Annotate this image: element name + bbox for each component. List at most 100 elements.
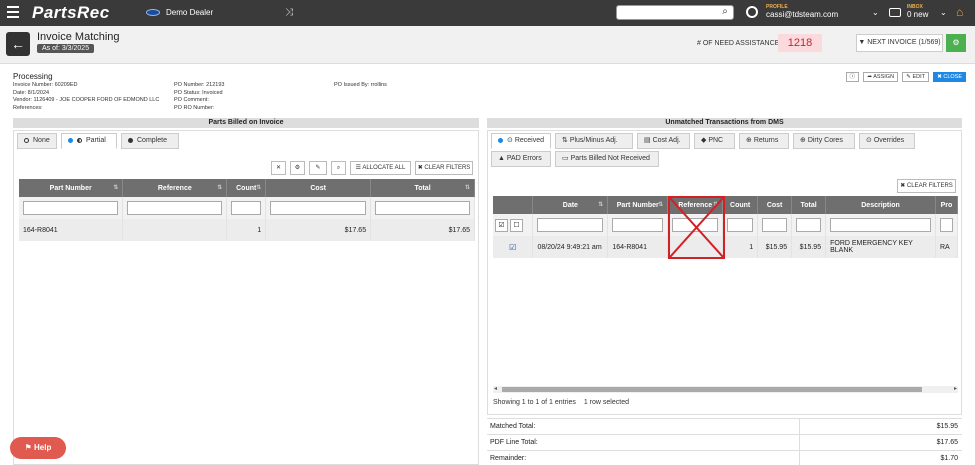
tab-pad-errors[interactable]: ▲ PAD Errors xyxy=(491,151,551,167)
tab-plus-minus[interactable]: ⇅ Plus/Minus Adj. xyxy=(555,133,633,149)
col-pro[interactable]: Pro xyxy=(935,196,959,214)
right-section-title: Unmatched Transactions from DMS xyxy=(487,118,962,128)
po-ro-number: PO RO Number: xyxy=(174,104,215,111)
chart-icon: ▤ xyxy=(644,137,653,144)
invoice-info: Processing Invoice Number: 60209ED Date:… xyxy=(8,68,968,116)
row-checkbox[interactable]: ☑ xyxy=(509,243,516,252)
tab-complete[interactable]: Complete xyxy=(121,133,179,149)
col-reference[interactable]: Reference ⇅ xyxy=(122,179,228,197)
tab-none[interactable]: None xyxy=(17,133,57,149)
table-info: Showing 1 to 1 of 1 entries 1 row select… xyxy=(493,399,629,406)
po-issued-by: PO Issued By: rrollins xyxy=(334,82,387,88)
filter-description-input[interactable] xyxy=(830,218,931,232)
next-invoice-label: NEXT INVOICE (1/569) xyxy=(867,39,941,46)
col-cost[interactable]: Cost xyxy=(757,196,793,214)
table-row[interactable]: 164-R8041 1 $17.65 $17.65 xyxy=(19,219,475,241)
app-logo[interactable]: PartsRec xyxy=(32,3,110,23)
filter-cost-input[interactable] xyxy=(270,201,367,215)
tab-pnc[interactable]: ◆ PNC xyxy=(694,133,735,149)
cores-icon: ⊕ xyxy=(800,137,808,144)
profile-email[interactable]: cassi@tdsteam.com xyxy=(766,10,838,19)
filter-count-input[interactable] xyxy=(231,201,262,215)
scroll-left-icon[interactable]: ◂ xyxy=(494,386,497,393)
select-all-checkbox[interactable]: ☑ xyxy=(495,218,508,232)
col-part-number[interactable]: Part Number ⇅ xyxy=(19,179,124,197)
filter-icon: ▼ xyxy=(858,39,868,46)
filter-date-input[interactable] xyxy=(537,218,604,232)
cell-cost: $17.65 xyxy=(265,219,372,241)
search-icon[interactable]: ⌕ xyxy=(331,161,346,175)
col-count[interactable]: Count xyxy=(722,196,759,214)
active-dot-icon xyxy=(68,137,73,143)
next-invoice-button[interactable]: ▼ NEXT INVOICE (1/569) xyxy=(856,34,943,52)
allocate-all-button[interactable]: ☰ ALLOCATE ALL xyxy=(350,161,411,175)
home-icon[interactable]: ⌂ xyxy=(956,5,970,19)
invoice-number: Invoice Number: 60209ED xyxy=(13,82,78,88)
filter-count-input[interactable] xyxy=(727,218,754,232)
po-issued-col: PO Issued By: rrollins xyxy=(334,82,387,90)
back-arrow-icon[interactable]: ← xyxy=(6,32,30,56)
tab-pad-errors-label: PAD Errors xyxy=(506,155,542,162)
clear-x-button[interactable]: ✕ xyxy=(271,161,286,175)
profile-chevron-down-icon[interactable]: ⌄ xyxy=(872,8,879,17)
tab-returns[interactable]: ⊕ Returns xyxy=(739,133,789,149)
filter-reference-input[interactable] xyxy=(127,201,223,215)
col-count[interactable]: Count ⇅ xyxy=(226,179,267,197)
hamburger-menu-icon[interactable] xyxy=(7,6,19,18)
filter-total-input[interactable] xyxy=(796,218,822,232)
dealer-name[interactable]: Demo Dealer xyxy=(166,8,213,17)
filter-total-input[interactable] xyxy=(375,201,470,215)
filter-part-number-input[interactable] xyxy=(23,201,119,215)
col-description[interactable]: Description xyxy=(825,196,936,214)
search-icon[interactable]: ⌕ xyxy=(718,6,732,19)
col-part-number[interactable]: Part Number ⇅ xyxy=(607,196,669,214)
col-cost[interactable]: Cost xyxy=(265,179,372,197)
invoice-date: Date: 8/1/2024 xyxy=(13,89,50,96)
col-count-label: Count xyxy=(730,201,751,209)
col-total[interactable]: Total xyxy=(791,196,827,214)
inbox-count[interactable]: 0 new xyxy=(907,10,928,19)
tab-parts-billed-not-received[interactable]: ▭ Parts Billed Not Received xyxy=(555,151,659,167)
help-button[interactable]: ⚑ Help xyxy=(10,437,66,459)
sort-arrows-icon: ⇅ xyxy=(562,137,570,144)
edit-icon[interactable]: ✎ xyxy=(309,161,327,175)
right-clear-filters-button[interactable]: ✖ CLEAR FILTERS xyxy=(897,179,956,193)
deselect-all-checkbox[interactable]: ☐ xyxy=(509,218,523,232)
cell-description: FORD EMERGENCY KEY BLANK xyxy=(825,236,936,258)
tab-dirty-cores[interactable]: ⊕ Dirty Cores xyxy=(793,133,855,149)
scrollbar-thumb[interactable] xyxy=(502,387,922,392)
table-row[interactable]: ☑ 08/20/24 9:49:21 am 164-R8041 1 $15.95… xyxy=(493,236,959,258)
col-date[interactable]: Date ⇅ xyxy=(532,196,609,214)
tab-partial-label: Partial xyxy=(86,137,106,144)
filter-pro-input[interactable] xyxy=(939,218,953,232)
inbox-chevron-down-icon[interactable]: ⌄ xyxy=(940,8,947,17)
horizontal-scrollbar[interactable]: ◂ ▸ xyxy=(493,386,958,393)
tab-overrides[interactable]: ⊙ Overrides xyxy=(859,133,915,149)
assign-button[interactable]: ➦ ASSIGN xyxy=(863,72,899,82)
settings-gear-icon[interactable]: ⚙ xyxy=(946,34,966,52)
col-total[interactable]: Total ⇅ xyxy=(370,179,475,197)
shuffle-icon[interactable]: ⤨ xyxy=(285,7,293,18)
invoice-details-col: Invoice Number: 60209ED Date: 8/1/2024 V… xyxy=(13,82,159,112)
filter-part-number-input[interactable] xyxy=(612,218,664,232)
edit-button[interactable]: ✎ EDIT xyxy=(902,72,929,82)
col-count-label: Count xyxy=(236,184,257,192)
invoice-actions: ⓘ ➦ ASSIGN ✎ EDIT ✖ CLOSE xyxy=(844,72,966,82)
warning-icon: ▲ xyxy=(498,155,507,162)
info-button[interactable]: ⓘ xyxy=(845,72,860,82)
col-cost-label: Cost xyxy=(766,201,783,209)
settings-icon[interactable]: ⚙ xyxy=(290,161,305,175)
search-input[interactable] xyxy=(616,5,734,20)
tab-cost-adj[interactable]: ▤ Cost Adj. xyxy=(637,133,690,149)
close-button[interactable]: ✖ CLOSE xyxy=(933,72,966,82)
sort-icon: ⇅ xyxy=(598,202,604,208)
returns-icon: ⊕ xyxy=(746,137,754,144)
col-cost-label: Cost xyxy=(310,184,326,192)
filter-cost-input[interactable] xyxy=(762,218,788,232)
tab-partial[interactable]: Partial xyxy=(61,133,117,149)
clear-filters-button[interactable]: ✖ CLEAR FILTERS xyxy=(415,161,473,175)
close-label: CLOSE xyxy=(943,74,962,80)
tab-received[interactable]: ⊙ Received xyxy=(491,133,551,149)
tab-dirty-cores-label: Dirty Cores xyxy=(807,137,843,144)
scroll-right-icon[interactable]: ▸ xyxy=(954,386,957,393)
